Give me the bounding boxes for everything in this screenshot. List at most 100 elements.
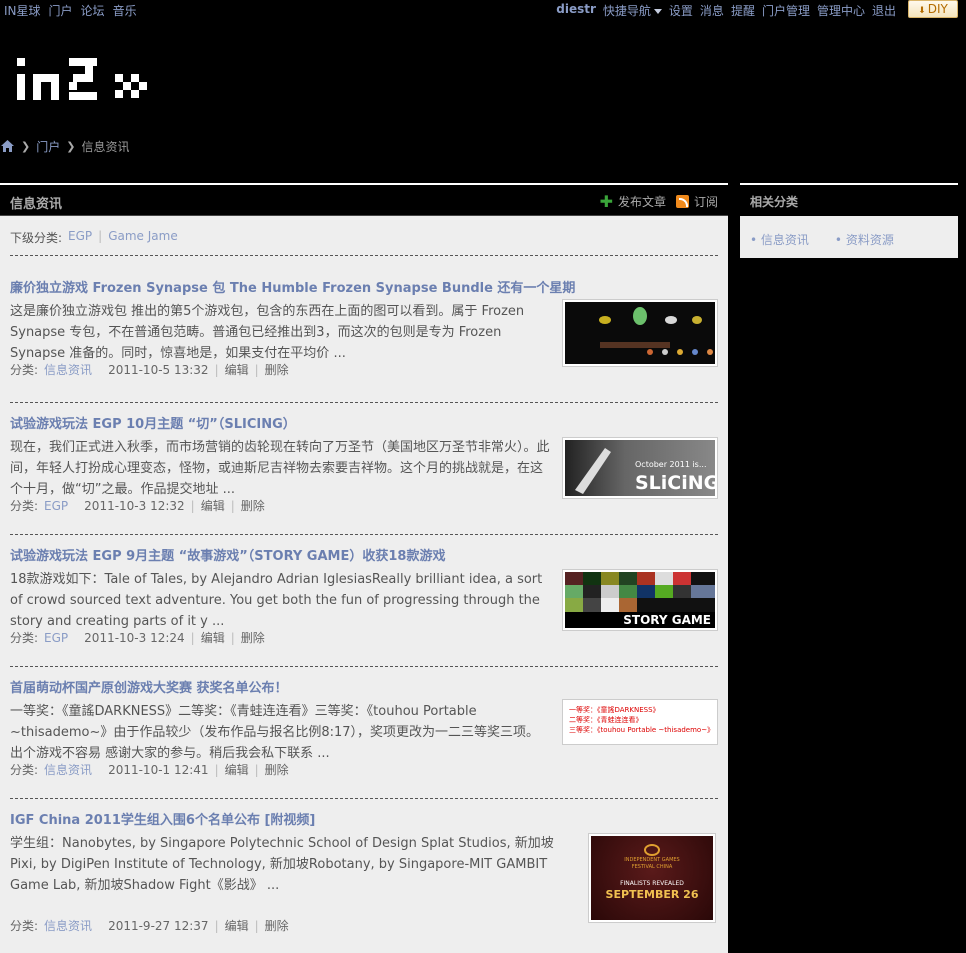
- meta-category-label: 分类:: [10, 763, 39, 777]
- article-title[interactable]: 廉价独立游戏 Frozen Synapse 包 The Humble Froze…: [10, 277, 718, 297]
- subcategory-game-jame[interactable]: Game Jame: [108, 229, 178, 246]
- related-categories-panel: 相关分类 • 信息资讯 • 资料资源: [740, 183, 958, 258]
- top-bar: IN星球 门户 论坛 音乐 diestr 快捷导航 设置 消息 提醒 门户管理 …: [0, 0, 966, 20]
- publish-article-button[interactable]: ✚ 发布文章: [600, 193, 666, 210]
- related-category-news[interactable]: • 信息资讯: [750, 231, 809, 248]
- thumbnail-caption: SLiCiNG: [635, 472, 715, 494]
- thumbnail-caption: 二等奖：《青蛙连连看》: [569, 716, 643, 724]
- divider: |: [214, 362, 219, 377]
- diy-button[interactable]: ⬇ DIY: [908, 0, 958, 18]
- publish-label: 发布文章: [617, 195, 666, 209]
- edit-link[interactable]: 编辑: [225, 361, 249, 378]
- delete-link[interactable]: 删除: [265, 761, 289, 778]
- edit-link[interactable]: 编辑: [201, 629, 225, 646]
- article-meta: 分类: EGP 2011-10-3 12:32 | 编辑 | 删除: [10, 497, 265, 514]
- article-title[interactable]: IGF China 2011学生组入围6个名单公布 [附视频]: [10, 809, 718, 829]
- article-summary: 18款游戏如下：Tale of Tales, by Alejandro Adri…: [10, 572, 543, 629]
- article-title[interactable]: 试验游戏玩法 EGP 10月主题 “切”（SLICING）: [10, 413, 718, 433]
- article-summary: 一等奖：《童謠DARKNESS》二等奖：《青蛙连连看》三等奖：《touhou P…: [10, 704, 540, 761]
- related-category-label: 信息资讯: [760, 233, 809, 247]
- subcategory-bar: 下级分类: EGP | Game Jame: [10, 229, 178, 246]
- site-logo[interactable]: [17, 58, 157, 102]
- top-link-portal[interactable]: 门户: [49, 2, 73, 19]
- divider: |: [254, 918, 259, 933]
- edit-link[interactable]: 编辑: [201, 497, 225, 514]
- bullet-icon: •: [750, 233, 761, 247]
- subcategory-label: 下级分类:: [10, 231, 63, 245]
- article-title[interactable]: 试验游戏玩法 EGP 9月主题 “故事游戏”（STORY GAME）收获18款游…: [10, 545, 718, 565]
- story-game-image: STORY GAME: [565, 572, 715, 628]
- article-category[interactable]: 信息资讯: [44, 361, 92, 378]
- top-link-forum[interactable]: 论坛: [81, 2, 105, 19]
- article-time: 2011-10-1 12:41: [108, 762, 209, 777]
- eye-icon: [644, 844, 660, 856]
- article-time: 2011-9-27 12:37: [108, 918, 209, 933]
- related-category-label: 资料资源: [845, 233, 894, 247]
- top-link-messages[interactable]: 消息: [700, 2, 724, 19]
- top-link-logout[interactable]: 退出: [872, 2, 896, 19]
- article-item: 试验游戏玩法 EGP 10月主题 “切”（SLICING） 现在，我们正式进入秋…: [10, 413, 718, 523]
- sidebar-header: 相关分类: [740, 185, 958, 216]
- rss-icon: [675, 195, 689, 208]
- home-icon[interactable]: [0, 139, 15, 153]
- divider: [10, 534, 718, 535]
- subcategory-egp[interactable]: EGP: [68, 229, 92, 246]
- delete-link[interactable]: 删除: [265, 917, 289, 934]
- breadcrumb-separator-icon: ❯: [21, 139, 31, 153]
- divider: |: [190, 498, 195, 513]
- top-link-reminders[interactable]: 提醒: [731, 2, 755, 19]
- article-meta: 分类: 信息资讯 2011-9-27 12:37 | 编辑 | 删除: [10, 917, 289, 934]
- edit-link[interactable]: 编辑: [225, 917, 249, 934]
- article-meta: 分类: 信息资讯 2011-10-5 13:32 | 编辑 | 删除: [10, 361, 289, 378]
- article-item: 试验游戏玩法 EGP 9月主题 “故事游戏”（STORY GAME）收获18款游…: [10, 545, 718, 655]
- top-link-in-planet[interactable]: IN星球: [4, 2, 41, 19]
- breadcrumb-portal[interactable]: 门户: [36, 138, 60, 155]
- subscribe-button[interactable]: 订阅: [675, 193, 718, 210]
- top-link-admin-center[interactable]: 管理中心: [817, 2, 865, 19]
- top-link-settings[interactable]: 设置: [669, 2, 693, 19]
- divider: [10, 666, 718, 667]
- thumbnail-caption: INDEPENDENT GAMES: [624, 857, 680, 863]
- meta-category-label: 分类:: [10, 631, 39, 645]
- quick-nav-label: 快捷导航: [602, 4, 651, 18]
- article-category[interactable]: EGP: [44, 499, 68, 513]
- thumbnail-caption: 三等奖：《touhou Portable ~thisademo~》: [569, 726, 715, 734]
- panel-title: 信息资讯: [10, 197, 63, 212]
- edit-link[interactable]: 编辑: [225, 761, 249, 778]
- frozen-synapse-image: [565, 302, 715, 364]
- article-category[interactable]: EGP: [44, 631, 68, 645]
- article-thumbnail[interactable]: 一等奖：《童謠DARKNESS》 二等奖：《青蛙连连看》 三等奖：《touhou…: [562, 699, 718, 745]
- article-title[interactable]: 首届萌动杯国产原创游戏大奖赛 获奖名单公布！: [10, 677, 718, 697]
- top-nav-right: diestr 快捷导航 设置 消息 提醒 门户管理 管理中心 退出: [556, 2, 896, 19]
- article-thumbnail[interactable]: October 2011 is... SLiCiNG: [562, 437, 718, 499]
- article-meta: 分类: 信息资讯 2011-10-1 12:41 | 编辑 | 删除: [10, 761, 289, 778]
- award-list-image: 一等奖：《童謠DARKNESS》 二等奖：《青蛙连连看》 三等奖：《touhou…: [565, 702, 715, 742]
- article-summary: 这是廉价独立游戏包 推出的第5个游戏包，包含的东西在上面的图可以看到。属于 Fr…: [10, 304, 525, 361]
- article-time: 2011-10-5 13:32: [108, 362, 209, 377]
- thumbnail-caption: October 2011 is...: [635, 460, 707, 469]
- username-link[interactable]: diestr: [556, 2, 596, 19]
- article-meta: 分类: EGP 2011-10-3 12:24 | 编辑 | 删除: [10, 629, 265, 646]
- top-link-portal-admin[interactable]: 门户管理: [762, 2, 810, 19]
- divider: [10, 402, 718, 403]
- delete-link[interactable]: 删除: [265, 361, 289, 378]
- delete-link[interactable]: 删除: [241, 497, 265, 514]
- delete-link[interactable]: 删除: [241, 629, 265, 646]
- article-time: 2011-10-3 12:24: [84, 630, 185, 645]
- article-item: 首届萌动杯国产原创游戏大奖赛 获奖名单公布！ 一等奖：《童謠DARKNESS》二…: [10, 677, 718, 787]
- article-item: IGF China 2011学生组入围6个名单公布 [附视频] 学生组：Nano…: [10, 809, 718, 953]
- breadcrumb-current: 信息资讯: [81, 139, 130, 154]
- thumbnail-caption: FESTIVAL CHINA: [631, 864, 673, 870]
- panel-header: 信息资讯 ✚ 发布文章 订阅: [0, 185, 728, 216]
- article-thumbnail[interactable]: INDEPENDENT GAMES FESTIVAL CHINA FINALIS…: [588, 833, 716, 923]
- quick-nav-menu[interactable]: 快捷导航: [603, 2, 662, 19]
- top-link-music[interactable]: 音乐: [113, 2, 137, 19]
- article-category[interactable]: 信息资讯: [44, 761, 92, 778]
- article-thumbnail[interactable]: STORY GAME: [562, 569, 718, 631]
- related-category-resources[interactable]: • 资料资源: [835, 231, 894, 248]
- article-category[interactable]: 信息资讯: [44, 917, 92, 934]
- diy-label: DIY: [927, 2, 948, 16]
- article-thumbnail[interactable]: [562, 299, 718, 367]
- divider: |: [230, 498, 235, 513]
- meta-category-label: 分类:: [10, 363, 39, 377]
